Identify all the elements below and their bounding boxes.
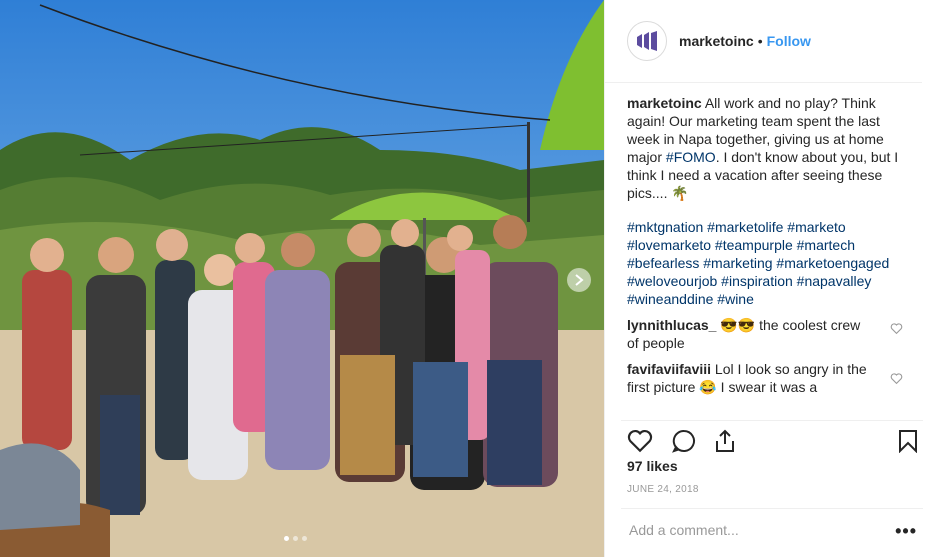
share-icon[interactable]	[713, 429, 737, 453]
action-bar	[621, 420, 923, 457]
avatar[interactable]	[627, 21, 667, 61]
header-username[interactable]: marketoinc	[679, 33, 754, 49]
carousel-dot	[293, 536, 298, 541]
comments-list[interactable]: marketoinc All work and no play? Think a…	[627, 94, 903, 414]
post-photo[interactable]	[0, 0, 604, 557]
post-side-panel: marketoinc • Follow marketoinc All work …	[604, 0, 938, 557]
carousel-dot	[302, 536, 307, 541]
marketo-logo-icon	[637, 31, 657, 51]
caption-hashtags[interactable]: #mktgnation #marketolife #marketo #lovem…	[627, 218, 903, 308]
next-photo-button[interactable]	[567, 268, 591, 292]
heart-icon[interactable]	[890, 322, 903, 335]
post-header: marketoinc • Follow	[605, 0, 922, 83]
comment-username[interactable]: favifaviifaviii	[627, 361, 711, 377]
chevron-right-icon	[575, 274, 584, 286]
follow-button[interactable]: Follow	[767, 33, 811, 49]
add-comment-section: •••	[621, 508, 923, 557]
fomo-hashtag[interactable]: #FOMO	[666, 149, 716, 165]
instagram-post: marketoinc • Follow marketoinc All work …	[0, 0, 938, 557]
bookmark-icon[interactable]	[897, 429, 919, 453]
more-options-button[interactable]: •••	[895, 521, 917, 542]
comment-item: lynnithlucas_ 😎😎 the coolest crew of peo…	[627, 316, 903, 352]
caption-username[interactable]: marketoinc	[627, 95, 702, 111]
team-photo-illustration	[0, 0, 604, 557]
comment-username[interactable]: lynnithlucas_	[627, 317, 716, 333]
comment-input[interactable]	[627, 521, 881, 539]
comment-item: favifaviifaviii Lol I look so angry in t…	[627, 360, 903, 396]
carousel-dot	[284, 536, 289, 541]
comment-bubble-icon[interactable]	[671, 429, 697, 453]
heart-outline-icon[interactable]	[627, 429, 653, 453]
heart-icon[interactable]	[890, 372, 903, 385]
caption: marketoinc All work and no play? Think a…	[627, 94, 903, 202]
carousel-indicator	[284, 536, 307, 541]
post-date: JUNE 24, 2018	[627, 484, 699, 495]
header-separator: •	[757, 33, 763, 49]
likes-count[interactable]: 97 likes	[627, 458, 678, 474]
